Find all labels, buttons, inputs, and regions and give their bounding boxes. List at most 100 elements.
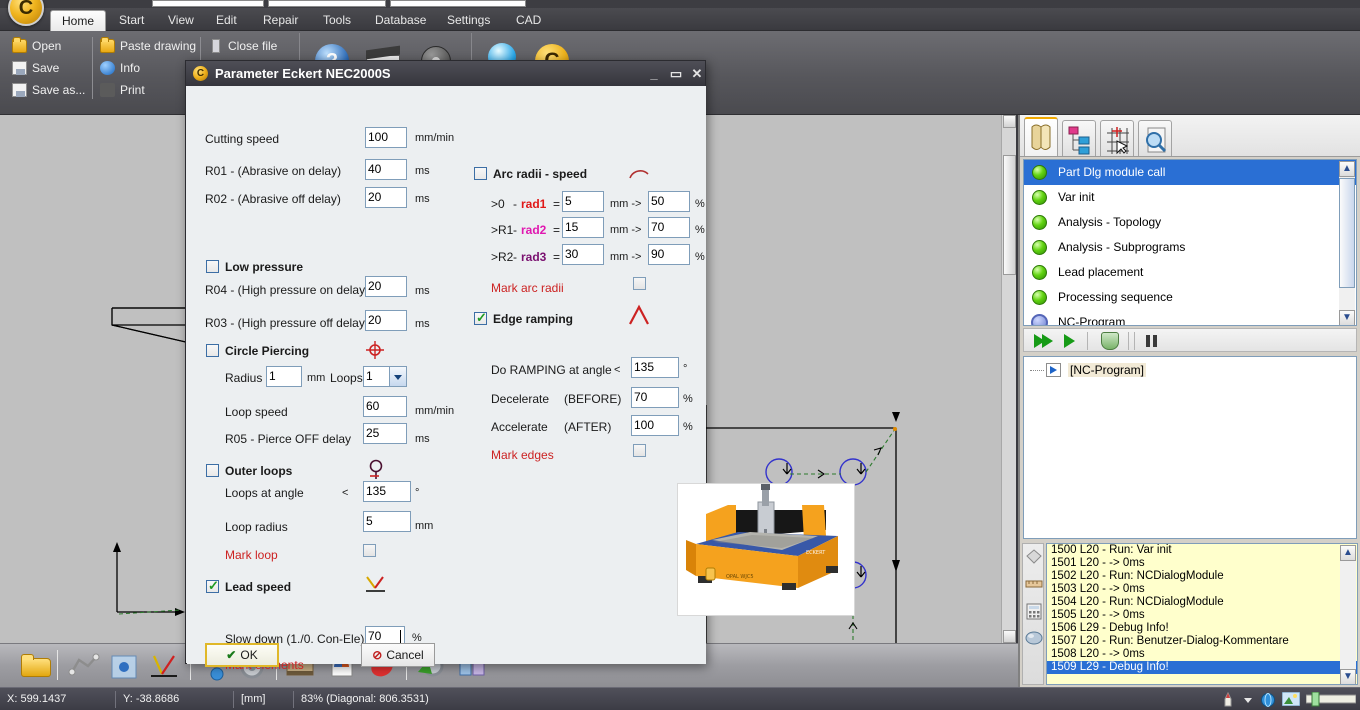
log-line-7[interactable]: 1507 L20 - Run: Benutzer-Dialog-Kommenta… — [1047, 635, 1357, 648]
panel-tab-document-search[interactable] — [1138, 120, 1172, 156]
scroll-up-arrow[interactable] — [1003, 115, 1016, 128]
edge-ramping-checkbox[interactable] — [474, 310, 487, 326]
rad2-input[interactable]: 15 — [562, 217, 604, 238]
canvas-vertical-scrollbar[interactable] — [1001, 115, 1016, 643]
module-row-6[interactable]: NC-Program — [1024, 310, 1356, 325]
lead-speed-checkbox[interactable] — [206, 578, 219, 594]
command-save[interactable]: Save — [10, 58, 59, 78]
tab-view[interactable]: View — [157, 9, 205, 31]
log-line-8[interactable]: 1508 L20 - -> 0ms — [1047, 648, 1357, 661]
cutting-speed-input[interactable]: 100 — [365, 127, 407, 148]
mark-edges-checkbox[interactable] — [633, 444, 646, 457]
refresh-shield-icon[interactable] — [1101, 332, 1119, 350]
command-close-file[interactable]: Close file — [206, 36, 277, 56]
diamond-tool-icon[interactable] — [1025, 547, 1043, 569]
r03-input[interactable]: 20 — [365, 310, 407, 331]
mark-loop-checkbox[interactable] — [363, 544, 376, 557]
command-save-as[interactable]: Save as... — [10, 80, 85, 100]
rad3-pct-input[interactable]: 90 — [648, 244, 690, 265]
nc-program-tree[interactable]: [NC-Program] — [1023, 356, 1357, 539]
log-line-4[interactable]: 1504 L20 - Run: NCDialogModule — [1047, 596, 1357, 609]
minimize-button[interactable]: _ — [646, 66, 662, 81]
r04-input[interactable]: 20 — [365, 276, 407, 297]
module-row-0[interactable]: Part Dlg module call — [1024, 160, 1356, 185]
log-scrollbar[interactable]: ▲ ▼ — [1340, 545, 1356, 684]
ruler-tool-icon[interactable] — [1025, 574, 1043, 596]
loop-speed-input[interactable]: 60 — [363, 396, 407, 417]
scroll-down-arrow[interactable] — [1003, 630, 1016, 643]
chevron-down-icon[interactable] — [389, 367, 406, 386]
command-info[interactable]: Info — [98, 58, 140, 78]
module-list-scrollbar[interactable]: ▲ ▼ — [1339, 161, 1355, 325]
close-button[interactable]: ✕ — [689, 66, 705, 81]
log-line-0[interactable]: 1500 L20 - Run: Var init — [1047, 544, 1357, 557]
r05-input[interactable]: 25 — [363, 423, 407, 444]
tree-row-nc-program[interactable]: [NC-Program] — [1024, 361, 1356, 379]
debug-log-list[interactable]: 1500 L20 - Run: Var init 1501 L20 - -> 0… — [1046, 543, 1358, 685]
accelerate-input[interactable]: 100 — [631, 415, 679, 436]
tab-home[interactable]: Home — [50, 10, 107, 32]
calculator-tool-icon[interactable] — [1025, 601, 1043, 623]
pause-icon[interactable] — [1146, 335, 1157, 347]
tab-settings[interactable]: Settings — [436, 9, 501, 31]
module-row-1[interactable]: Var init — [1024, 185, 1356, 210]
log-line-2[interactable]: 1502 L20 - Run: NCDialogModule — [1047, 570, 1357, 583]
image-tray-icon[interactable] — [1281, 691, 1301, 708]
log-line-9[interactable]: 1509 L29 - Debug Info! — [1047, 661, 1357, 674]
log-line-5[interactable]: 1505 L20 - -> 0ms — [1047, 609, 1357, 622]
3d-cube-icon[interactable] — [108, 650, 140, 682]
panel-tab-grid-select[interactable] — [1100, 120, 1134, 156]
radius-input[interactable]: 1 — [266, 366, 302, 387]
panel-tab-tree[interactable] — [1062, 120, 1096, 156]
rad1-pct-input[interactable]: 50 — [648, 191, 690, 212]
module-row-2[interactable]: Analysis - Topology — [1024, 210, 1356, 235]
qat-field-1[interactable] — [152, 0, 264, 7]
run-all-icon[interactable] — [1034, 333, 1056, 349]
rad1-input[interactable]: 5 — [562, 191, 604, 212]
scroll-thumb[interactable] — [1003, 155, 1016, 275]
log-line-6[interactable]: 1506 L29 - Debug Info! — [1047, 622, 1357, 635]
qat-field-2[interactable] — [268, 0, 386, 7]
polyline-icon[interactable] — [68, 650, 100, 682]
log-line-3[interactable]: 1503 L20 - -> 0ms — [1047, 583, 1357, 596]
module-row-4[interactable]: Lead placement — [1024, 260, 1356, 285]
command-print[interactable]: Print — [98, 80, 145, 100]
rad3-input[interactable]: 30 — [562, 244, 604, 265]
module-row-3[interactable]: Analysis - Subprograms — [1024, 235, 1356, 260]
axis-lead-icon[interactable] — [148, 650, 180, 682]
module-list[interactable]: Part Dlg module call Var init Analysis -… — [1023, 159, 1357, 326]
log-line-1[interactable]: 1501 L20 - -> 0ms — [1047, 557, 1357, 570]
tab-database[interactable]: Database — [364, 9, 437, 31]
log-scroll-up-arrow[interactable]: ▲ — [1340, 545, 1356, 561]
ok-button[interactable]: ✔ OK — [205, 643, 279, 667]
loop-radius-input[interactable]: 5 — [363, 511, 411, 532]
panel-tab-script[interactable] — [1024, 117, 1058, 156]
maximize-button[interactable]: ▭ — [668, 66, 684, 81]
log-scroll-down-arrow[interactable]: ▼ — [1340, 669, 1356, 684]
decelerate-input[interactable]: 70 — [631, 387, 679, 408]
circle-piercing-checkbox[interactable] — [206, 344, 219, 357]
command-paste-drawing[interactable]: Paste drawing — [98, 36, 196, 56]
parameter-dialog[interactable]: C Parameter Eckert NEC2000S _ ▭ ✕ Cuttin… — [185, 60, 855, 672]
globe-tray-icon[interactable] — [1260, 692, 1276, 708]
loops-at-angle-input[interactable]: 135 — [363, 481, 411, 502]
outer-loops-checkbox[interactable] — [206, 464, 219, 477]
open-folder-icon[interactable] — [20, 650, 52, 682]
r02-input[interactable]: 20 — [365, 187, 407, 208]
module-scroll-up-arrow[interactable]: ▲ — [1339, 161, 1355, 177]
volume-slider[interactable] — [1305, 691, 1357, 708]
tab-repair[interactable]: Repair — [252, 9, 309, 31]
tab-tools[interactable]: Tools — [312, 9, 362, 31]
balloon-tool-icon[interactable] — [1025, 628, 1043, 650]
do-ramping-input[interactable]: 135 — [631, 357, 679, 378]
low-pressure-checkbox[interactable] — [206, 260, 219, 273]
module-row-5[interactable]: Processing sequence — [1024, 285, 1356, 310]
module-scroll-thumb[interactable] — [1339, 178, 1355, 288]
tab-start[interactable]: Start — [108, 9, 155, 31]
mark-arc-radii-checkbox[interactable] — [633, 277, 646, 290]
command-open[interactable]: Open — [10, 36, 61, 56]
r01-input[interactable]: 40 — [365, 159, 407, 180]
run-step-icon[interactable] — [1064, 333, 1078, 349]
rad2-pct-input[interactable]: 70 — [648, 217, 690, 238]
arc-radii-checkbox[interactable] — [474, 167, 487, 180]
